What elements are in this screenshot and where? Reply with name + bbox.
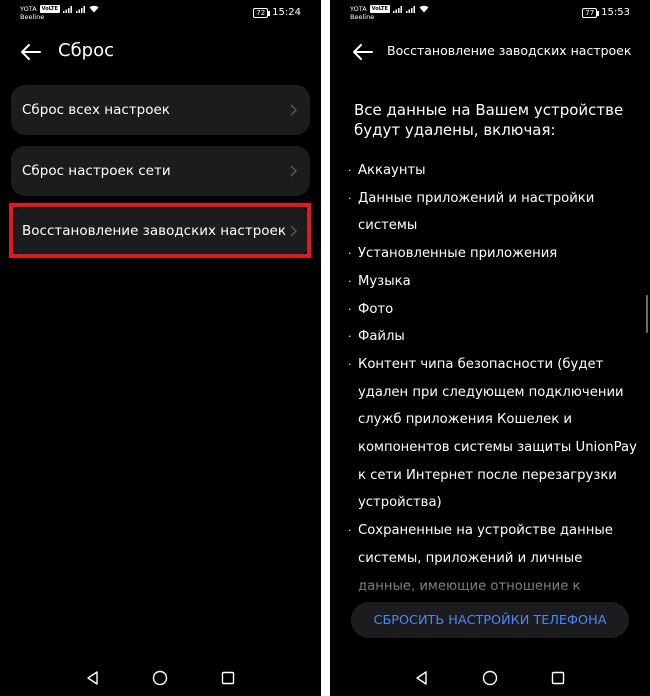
- status-time: 15:24: [272, 7, 301, 18]
- list-item: · Музыка: [348, 268, 643, 296]
- nav-recent-icon[interactable]: [548, 668, 568, 688]
- list-item: · Контент чипа безопасности (будет удален…: [348, 351, 643, 517]
- carrier-name-secondary: Beeline: [20, 13, 45, 21]
- nav-home-icon[interactable]: [150, 668, 170, 688]
- list-item-text: Контент чипа безопасности (будет удален …: [358, 356, 637, 511]
- bullet-icon: ·: [348, 274, 352, 288]
- nav-recent-icon[interactable]: [218, 668, 238, 688]
- back-arrow-icon[interactable]: [348, 38, 378, 66]
- right-phone-screen: YOTA VoLTE Beeline 77 15:53 Восстановлен…: [330, 0, 650, 696]
- menu-item-label: Сброс всех настроек: [22, 102, 170, 118]
- bullet-icon: ·: [348, 330, 352, 344]
- list-item-text: Аккаунты: [358, 163, 426, 178]
- page-title: Сброс: [58, 40, 115, 61]
- bullet-icon: ·: [348, 164, 352, 177]
- signal-icon: [62, 5, 72, 13]
- nav-back-icon[interactable]: [412, 668, 432, 688]
- nav-back-icon[interactable]: [83, 668, 103, 688]
- deleted-data-list: · Аккаунты · Данные приложений и настройки…: [348, 157, 643, 600]
- navigation-bar: [0, 664, 321, 692]
- bullet-icon: ·: [348, 302, 352, 316]
- menu-item-reset-all[interactable]: Сброс всех настроек: [11, 85, 310, 135]
- status-time: 15:53: [601, 7, 630, 18]
- page-header: Сброс: [0, 36, 321, 68]
- page-header: Восстановление заводских настроек: [330, 36, 650, 68]
- list-item: · Аккаунты: [348, 157, 643, 185]
- list-item-text: Данные приложений и настройки системы: [358, 190, 595, 234]
- menu-item-label: Восстановление заводских настроек: [22, 223, 286, 239]
- scrollbar[interactable]: [646, 295, 648, 333]
- carrier-info: YOTA VoLTE Beeline: [350, 5, 429, 21]
- carrier-name: YOTA: [350, 5, 367, 13]
- menu-item-factory-reset[interactable]: Восстановление заводских настроек: [11, 206, 310, 256]
- bullet-icon: ·: [348, 247, 352, 261]
- back-arrow-icon[interactable]: [16, 38, 46, 66]
- left-phone-screen: YOTA VoLTE Beeline 72 15:24 Сброс Сброс …: [0, 0, 321, 696]
- bullet-icon: ·: [348, 357, 352, 371]
- volte-badge: VoLTE: [369, 5, 390, 13]
- list-item: · Фото: [348, 296, 643, 324]
- bullet-icon: ·: [348, 191, 352, 205]
- menu-item-reset-network[interactable]: Сброс настроек сети: [11, 146, 310, 196]
- list-item-text: Файлы: [358, 329, 405, 345]
- chevron-right-icon: [290, 165, 297, 177]
- page-title: Восстановление заводских настроек: [387, 43, 632, 58]
- list-item-text: Музыка: [358, 273, 411, 289]
- signal-icon: [75, 5, 85, 13]
- wifi-icon: [89, 5, 99, 13]
- list-item: · Данные приложений и настройки системы: [348, 185, 643, 240]
- chevron-right-icon: [290, 104, 297, 116]
- signal-icon: [392, 5, 402, 13]
- menu-item-label: Сброс настроек сети: [22, 163, 171, 179]
- signal-icon: [405, 5, 415, 13]
- list-item-text: Фото: [358, 301, 394, 317]
- list-item: · Установленные приложения: [348, 240, 643, 268]
- nav-home-icon[interactable]: [480, 668, 500, 688]
- status-bar: YOTA VoLTE Beeline 72 15:24: [0, 0, 321, 28]
- intro-text: Все данные на Вашем устройстве будут уда…: [354, 101, 624, 139]
- status-bar: YOTA VoLTE Beeline 77 15:53: [330, 0, 650, 28]
- bullet-icon: ·: [348, 524, 352, 538]
- battery-icon: 77: [582, 7, 600, 18]
- carrier-name-secondary: Beeline: [350, 13, 375, 21]
- carrier-info: YOTA VoLTE Beeline: [20, 5, 99, 21]
- list-item-text: Установленные приложения: [358, 246, 558, 262]
- reset-phone-button[interactable]: СБРОСИТЬ НАСТРОЙКИ ТЕЛЕФОНА: [351, 602, 629, 638]
- wifi-icon: [419, 5, 429, 13]
- chevron-right-icon: [290, 225, 297, 237]
- battery-icon: 72: [253, 7, 271, 18]
- volte-badge: VoLTE: [39, 5, 60, 13]
- carrier-name: YOTA: [20, 5, 37, 13]
- navigation-bar: [330, 664, 650, 692]
- list-item: · Файлы: [348, 323, 643, 351]
